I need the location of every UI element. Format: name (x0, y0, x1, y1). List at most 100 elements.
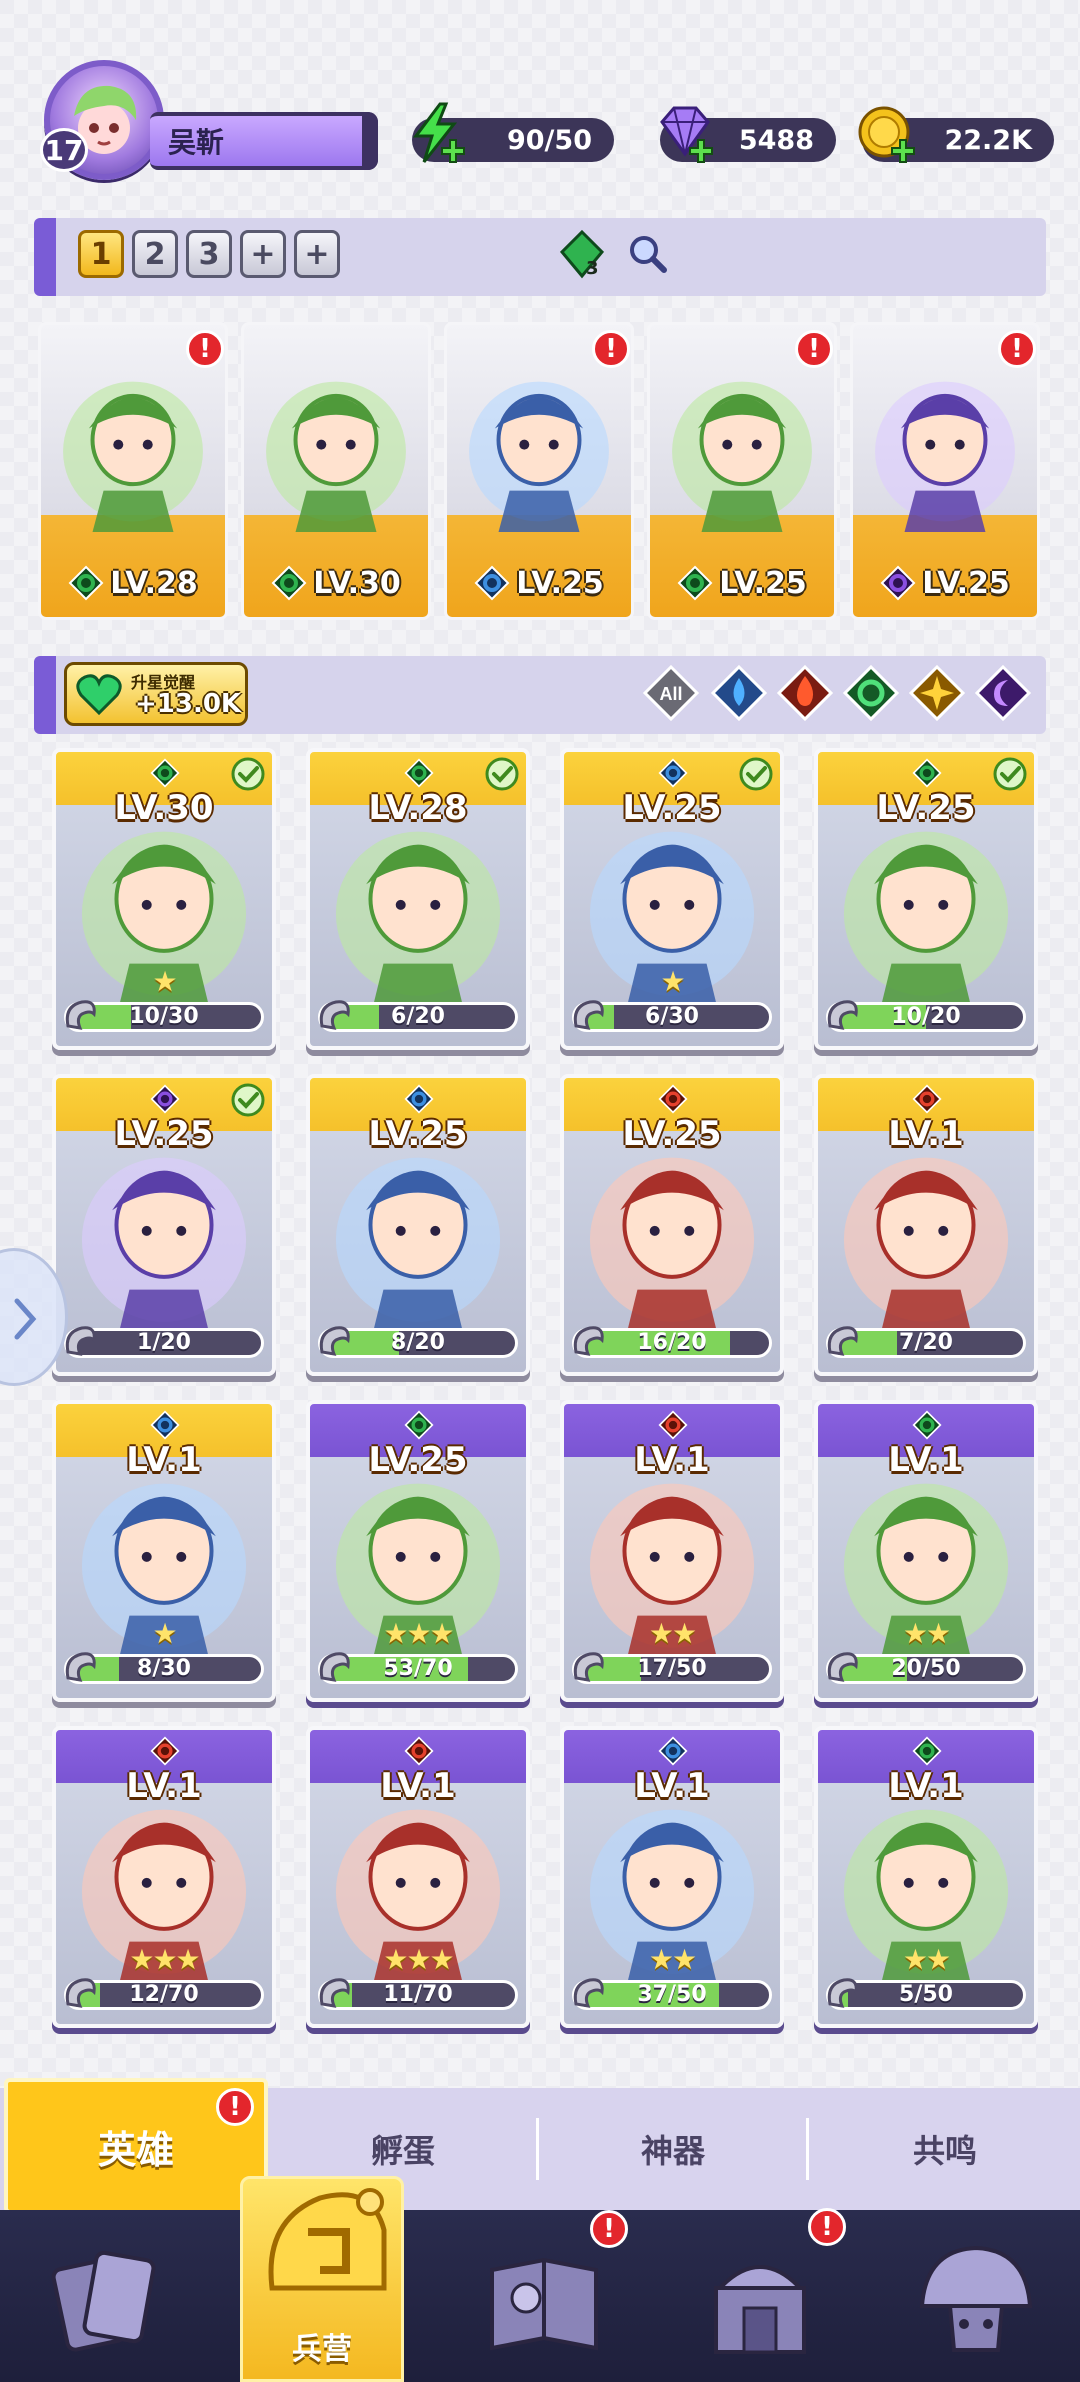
team-member-level: LV.25 (650, 549, 834, 617)
nav-shrine[interactable] (690, 2230, 830, 2370)
hero-level: LV.1 (888, 1114, 964, 1154)
star-awaken-button[interactable]: 升星觉醒 +13.0K (64, 662, 248, 726)
hero-card[interactable]: LV.25 16/20 (560, 1074, 784, 1376)
shard-icon (319, 1652, 350, 1682)
nav-cards[interactable] (38, 2230, 178, 2370)
player-name[interactable]: 吴靳 (150, 112, 378, 170)
quests-alert-badge: ! (590, 2210, 628, 2248)
energy-counter[interactable]: 90/50 (412, 102, 614, 164)
hero-stars: ★ (152, 965, 177, 998)
team-slot-1[interactable]: 1 (78, 230, 124, 278)
team-slot-2[interactable]: 2 (132, 230, 178, 278)
team-member-level: LV.30 (244, 549, 428, 617)
team-member-card[interactable]: LV.30 (241, 322, 431, 620)
hero-stars: ★ (152, 1617, 177, 1650)
water-icon (710, 664, 768, 722)
team-member-alert-badge: ! (998, 330, 1036, 368)
hero-card[interactable]: LV.25 ★ 6/30 (560, 748, 784, 1050)
hero-stars: ★★ (902, 1943, 951, 1976)
hero-portrait-icon (266, 381, 406, 532)
hero-card[interactable]: LV.25 ★★★ 53/70 (306, 1400, 530, 1702)
checkmark-icon (231, 1083, 265, 1117)
filter-light[interactable] (908, 664, 966, 722)
element-icon (150, 758, 180, 788)
element-icon (404, 1084, 434, 1114)
hero-level: LV.25 (368, 1114, 468, 1154)
hero-stars: ★★ (648, 1617, 697, 1650)
hero-level: LV.1 (888, 1440, 964, 1480)
hero-level: LV.25 (622, 1114, 722, 1154)
shard-icon (319, 1978, 350, 2008)
hero-card[interactable]: LV.1 ★ 8/30 (52, 1400, 276, 1702)
add-slot-button[interactable]: + (240, 230, 286, 278)
shard-icon (319, 1000, 350, 1030)
temple-icon (714, 2265, 806, 2354)
hero-stars: ★★ (902, 1617, 951, 1650)
all-icon: All (642, 664, 700, 722)
shard-icon (319, 1326, 350, 1356)
hero-stars: ★★★ (129, 1943, 200, 1976)
filter-nature[interactable] (842, 664, 900, 722)
dark-icon (974, 664, 1032, 722)
element-icon (880, 565, 916, 601)
hero-card[interactable]: LV.30 ★ 10/30 (52, 748, 276, 1050)
shard-icon (827, 1326, 858, 1356)
element-icon (677, 565, 713, 601)
hero-card[interactable]: LV.1 ★★ 20/50 (814, 1400, 1038, 1702)
team-member-level: LV.28 (41, 549, 225, 617)
hero-card[interactable]: LV.1 ★★★ 12/70 (52, 1726, 276, 2028)
team-member-alert-badge: ! (186, 330, 224, 368)
filter-fire[interactable] (776, 664, 834, 722)
player-level-badge: 17 (40, 128, 88, 172)
team-member-level-text: LV.25 (922, 565, 1010, 601)
hero-card[interactable]: LV.28 6/20 (306, 748, 530, 1050)
shard-icon (573, 1652, 604, 1682)
awaken-value: +13.0K (135, 689, 242, 719)
shard-icon (573, 1326, 604, 1356)
gem-counter[interactable]: 5488 (660, 106, 836, 164)
add-coins-icon[interactable] (890, 138, 916, 164)
magnifier-icon[interactable] (626, 232, 670, 276)
hero-card[interactable]: LV.25 8/20 (306, 1074, 530, 1376)
nav-quests[interactable] (474, 2230, 614, 2370)
barracks-helmet-icon (268, 2188, 387, 2291)
element-icon (912, 1084, 942, 1114)
energy-value: 90/50 (506, 124, 592, 156)
hero-card[interactable]: LV.25 10/20 (814, 748, 1038, 1050)
filter-all-label: All (659, 684, 682, 704)
team-slot-3[interactable]: 3 (186, 230, 232, 278)
hero-card[interactable]: LV.1 ★★ 5/50 (814, 1726, 1038, 2028)
filter-all[interactable]: All (642, 664, 700, 722)
hero-card[interactable]: LV.1 ★★ 17/50 (560, 1400, 784, 1702)
tab-heroes-label: 英雄 (97, 2127, 174, 2172)
element-icon (474, 565, 510, 601)
map-book-icon (490, 2257, 598, 2351)
hero-card[interactable]: LV.1 ★★ 37/50 (560, 1726, 784, 2028)
element-icon (404, 1736, 434, 1766)
tab-resonance-label: 共鸣 (912, 2132, 977, 2170)
add-slot-button[interactable]: + (294, 230, 340, 278)
hero-level: LV.25 (368, 1440, 468, 1480)
add-gems-icon[interactable] (688, 138, 714, 164)
team-member-level: LV.25 (853, 549, 1037, 617)
tab-resonance[interactable]: 共鸣 (810, 2088, 1080, 2210)
tab-divider (536, 2118, 539, 2180)
shard-icon (65, 1652, 96, 1682)
coin-counter[interactable]: 22.2K (858, 106, 1054, 164)
hero-card[interactable]: LV.1 7/20 (814, 1074, 1038, 1376)
nav-mushroom[interactable] (906, 2230, 1046, 2370)
hero-card[interactable]: LV.25 1/20 (52, 1074, 276, 1376)
filter-water[interactable] (710, 664, 768, 722)
shard-icon (573, 1000, 604, 1030)
tab-artifact[interactable]: 神器 (540, 2088, 806, 2210)
coin-value: 22.2K (944, 124, 1032, 156)
filter-dark[interactable] (974, 664, 1032, 722)
team-member-level-text: LV.25 (719, 565, 807, 601)
team-member-level: LV.25 (447, 549, 631, 617)
element-icon (912, 1410, 942, 1440)
shard-icon (827, 1978, 858, 2008)
hero-card[interactable]: LV.1 ★★★ 11/70 (306, 1726, 530, 2028)
nav-barracks-label: 兵营 (292, 2332, 352, 2367)
add-energy-icon[interactable] (440, 138, 466, 164)
nature-icon (842, 664, 900, 722)
